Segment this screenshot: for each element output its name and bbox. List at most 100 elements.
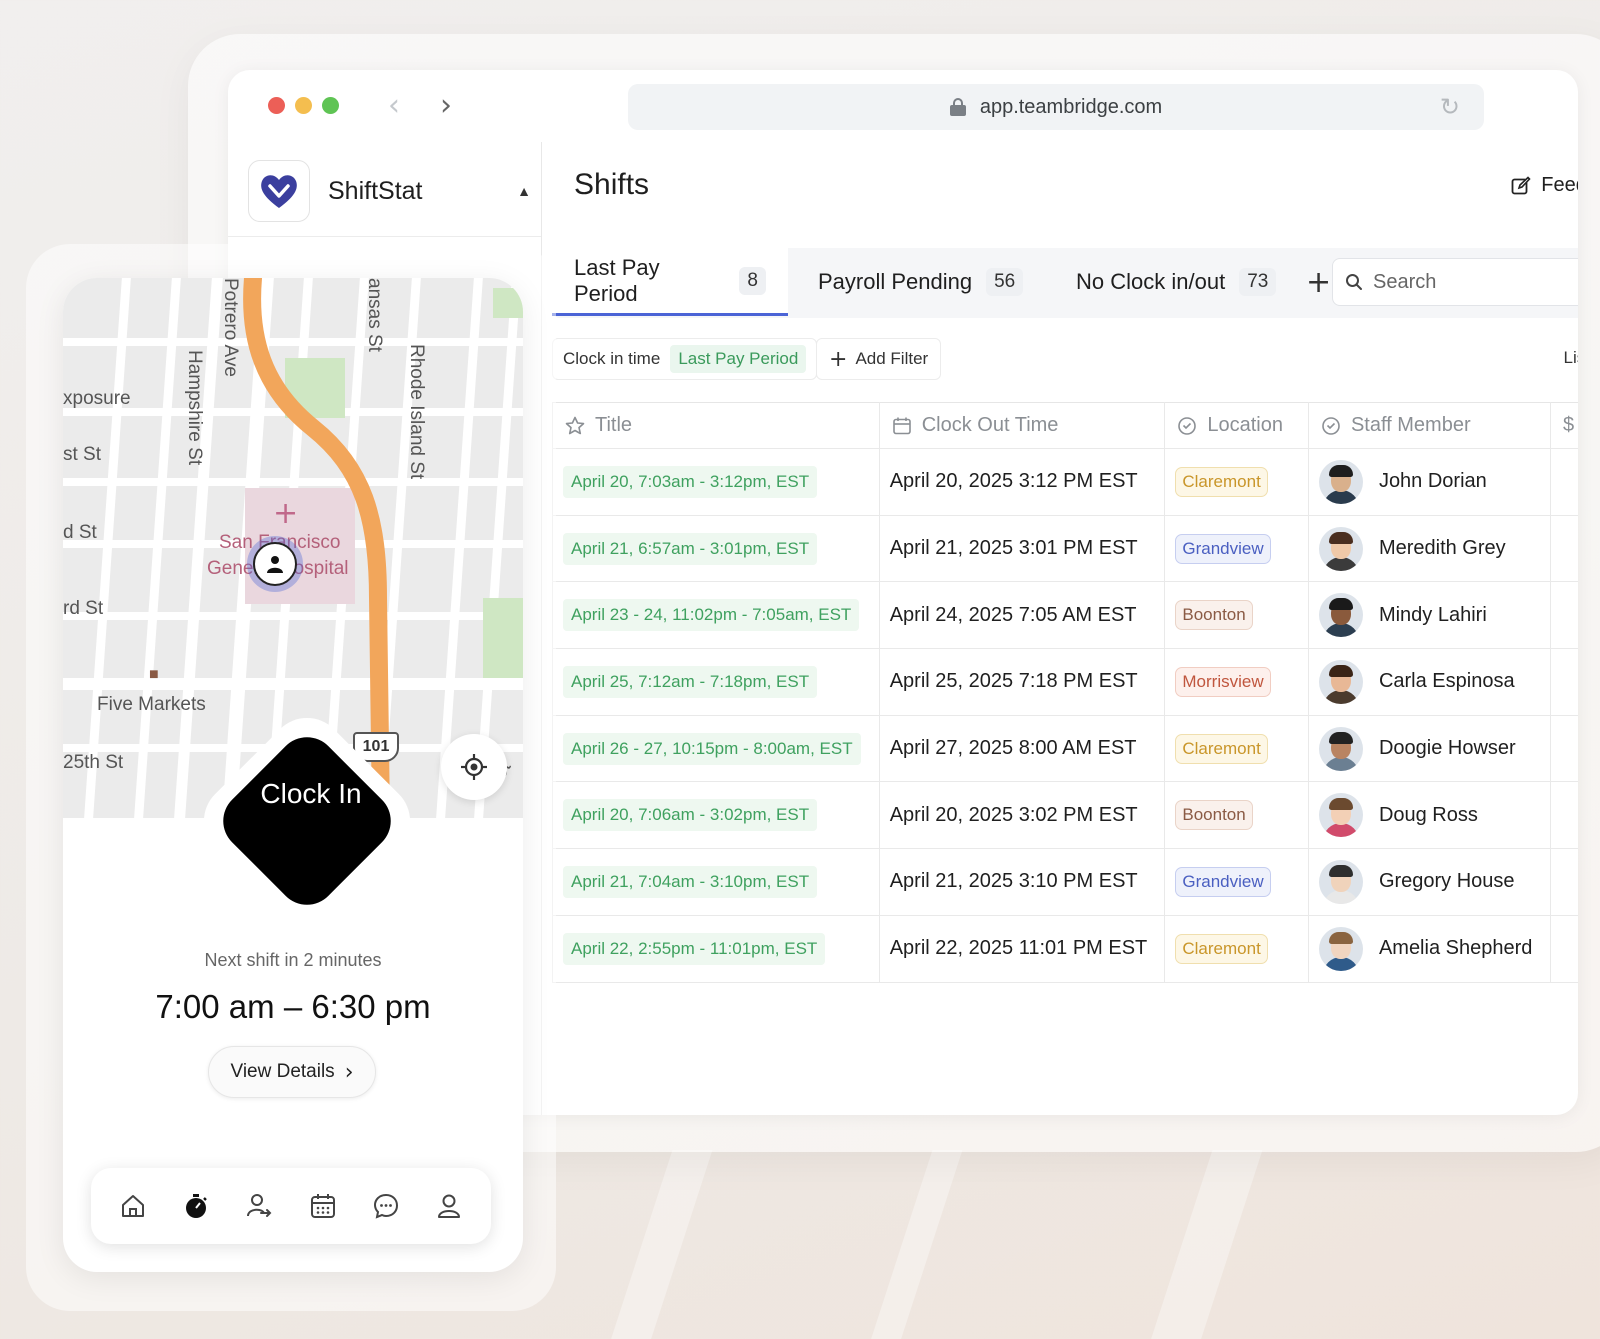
map-label: Five Markets [97,694,206,715]
tab-count: 56 [986,268,1024,296]
user-avatar-icon [253,542,297,586]
cell-staff[interactable]: Mindy Lahiri [1308,581,1551,650]
recenter-location-button[interactable] [441,734,507,800]
column-header-staff[interactable]: Staff Member [1308,402,1551,449]
add-filter-button[interactable]: + Add Filter [816,338,942,380]
map-label: st St [63,444,102,465]
cell-extra [1550,448,1578,516]
address-bar[interactable]: app.teambridge.com ↻ [628,84,1484,130]
profile-icon[interactable] [432,1189,466,1223]
cell-staff[interactable]: Doug Ross [1308,781,1551,850]
page-title: Shifts [574,168,650,201]
tab-label: Payroll Pending [818,269,973,294]
filter-row: Clock in time Last Pay Period + Add Filt… [552,338,1578,380]
cell-title[interactable]: April 22, 2:55pm - 11:01pm, EST [552,915,880,983]
clock-in-label[interactable]: Clock In [203,778,419,810]
cell-title[interactable]: April 25, 7:12am - 7:18pm, EST [552,648,880,716]
forward-arrow-icon[interactable]: › [440,88,452,123]
cell-title[interactable]: April 23 - 24, 11:02pm - 7:05am, EST [552,581,880,650]
cell-clock-out[interactable]: April 25, 2025 7:18 PM EST [879,648,1166,716]
home-icon[interactable] [116,1189,150,1223]
filter-field: Clock in time [563,349,661,368]
stopwatch-icon[interactable] [179,1189,213,1223]
background-streak [867,1150,963,1339]
add-tab-icon[interactable]: + [1306,265,1331,300]
cell-location[interactable]: Boonton [1164,581,1309,650]
cell-title[interactable]: April 20, 7:03am - 3:12pm, EST [552,448,880,516]
column-staff-label: Staff Member [1350,414,1471,436]
view-details-button[interactable]: View Details › [208,1046,376,1098]
chat-icon[interactable] [369,1189,403,1223]
back-arrow-icon[interactable]: ‹ [388,88,400,123]
cell-clock-out[interactable]: April 24, 2025 7:05 AM EST [879,581,1166,650]
org-logo [248,160,310,222]
shift-title-chip: April 22, 2:55pm - 11:01pm, EST [563,932,826,965]
location-chip: Grandview [1175,533,1271,564]
tab-last-pay-period[interactable]: Last Pay Period 8 [552,248,788,316]
table-row[interactable]: April 26 - 27, 10:15pm - 8:00am, EST Apri… [552,715,1578,783]
table-row[interactable]: April 20, 7:06am - 3:02pm, EST April 20, … [552,781,1578,850]
cell-staff[interactable]: Doogie Howser [1308,715,1551,783]
cell-staff[interactable]: Gregory House [1308,848,1551,916]
cell-location[interactable]: Grandview [1164,515,1309,583]
search-input[interactable] [1373,270,1573,294]
map-label: Potrero Ave [220,278,241,377]
cell-clock-out[interactable]: April 20, 2025 3:02 PM EST [879,781,1166,850]
shift-time: 7:00 am – 6:30 pm [155,988,431,1025]
shift-title-chip: April 20, 7:03am - 3:12pm, EST [563,465,818,498]
minimize-window-button[interactable] [295,97,312,114]
cell-extra [1550,781,1578,850]
cell-location[interactable]: Boonton [1164,781,1309,850]
column-header-more[interactable]: $ [1550,402,1578,449]
avatar [1318,593,1363,638]
cell-location[interactable]: Claremont [1164,448,1309,516]
filter-chip-clock-in[interactable]: Clock in time Last Pay Period [552,338,818,380]
cell-location[interactable]: Claremont [1164,715,1309,783]
reload-icon[interactable]: ↻ [1440,93,1460,121]
feedback-button[interactable]: Feedb [1511,174,1578,197]
cell-clock-out[interactable]: April 21, 2025 3:10 PM EST [879,848,1166,916]
table-row[interactable]: April 23 - 24, 11:02pm - 7:05am, EST Apri… [552,581,1578,650]
background-streak [607,1150,713,1339]
cell-clock-out[interactable]: April 21, 2025 3:01 PM EST [879,515,1166,583]
staff-name: Carla Espinosa [1378,670,1515,693]
edit-icon [1511,175,1531,194]
maximize-window-button[interactable] [322,97,339,114]
tab-no-clock-in-out[interactable]: No Clock in/out 73 [1054,248,1298,316]
cell-location[interactable]: Morrisview [1164,648,1309,716]
tab-payroll-pending[interactable]: Payroll Pending 56 [796,248,1045,316]
bottom-nav [91,1168,491,1244]
close-window-button[interactable] [268,97,285,114]
people-swap-icon[interactable] [242,1189,276,1223]
column-header-title[interactable]: Title [552,402,880,449]
table-row[interactable]: April 22, 2:55pm - 11:01pm, EST April 22,… [552,915,1578,983]
cell-clock-out[interactable]: April 27, 2025 8:00 AM EST [879,715,1166,783]
cell-title[interactable]: April 20, 7:06am - 3:02pm, EST [552,781,880,850]
hospital-cross-icon: + [273,496,299,531]
cell-title[interactable]: April 21, 6:57am - 3:01pm, EST [552,515,880,583]
cell-title[interactable]: April 26 - 27, 10:15pm - 8:00am, EST [552,715,880,783]
cell-clock-out[interactable]: April 20, 2025 3:12 PM EST [879,448,1166,516]
table-row[interactable]: April 21, 7:04am - 3:10pm, EST April 21, … [552,848,1578,916]
list-view-toggle[interactable]: List [1564,348,1578,368]
calendar-icon[interactable] [306,1189,340,1223]
cell-staff[interactable]: John Dorian [1308,448,1551,516]
sidebar-divider [228,236,541,237]
org-switcher[interactable]: ShiftStat ▲ [248,160,533,222]
column-header-clock-out[interactable]: Clock Out Time [879,402,1166,449]
cell-clock-out[interactable]: April 22, 2025 11:01 PM EST [879,915,1166,983]
cell-location[interactable]: Grandview [1164,848,1309,916]
search-box[interactable] [1332,258,1578,306]
cell-staff[interactable]: Amelia Shepherd [1308,915,1551,983]
location-chip: Claremont [1175,933,1268,964]
next-shift-text: Next shift in 2 minutes [204,950,382,970]
cell-staff[interactable]: Meredith Grey [1308,515,1551,583]
staff-member: Gregory House [1318,859,1540,904]
column-header-location[interactable]: Location [1164,402,1309,449]
table-row[interactable]: April 21, 6:57am - 3:01pm, EST April 21, … [552,515,1578,583]
cell-title[interactable]: April 21, 7:04am - 3:10pm, EST [552,848,880,916]
table-row[interactable]: April 25, 7:12am - 7:18pm, EST April 25, … [552,648,1578,716]
table-row[interactable]: April 20, 7:03am - 3:12pm, EST April 20, … [552,448,1578,516]
cell-staff[interactable]: Carla Espinosa [1308,648,1551,716]
cell-location[interactable]: Claremont [1164,915,1309,983]
